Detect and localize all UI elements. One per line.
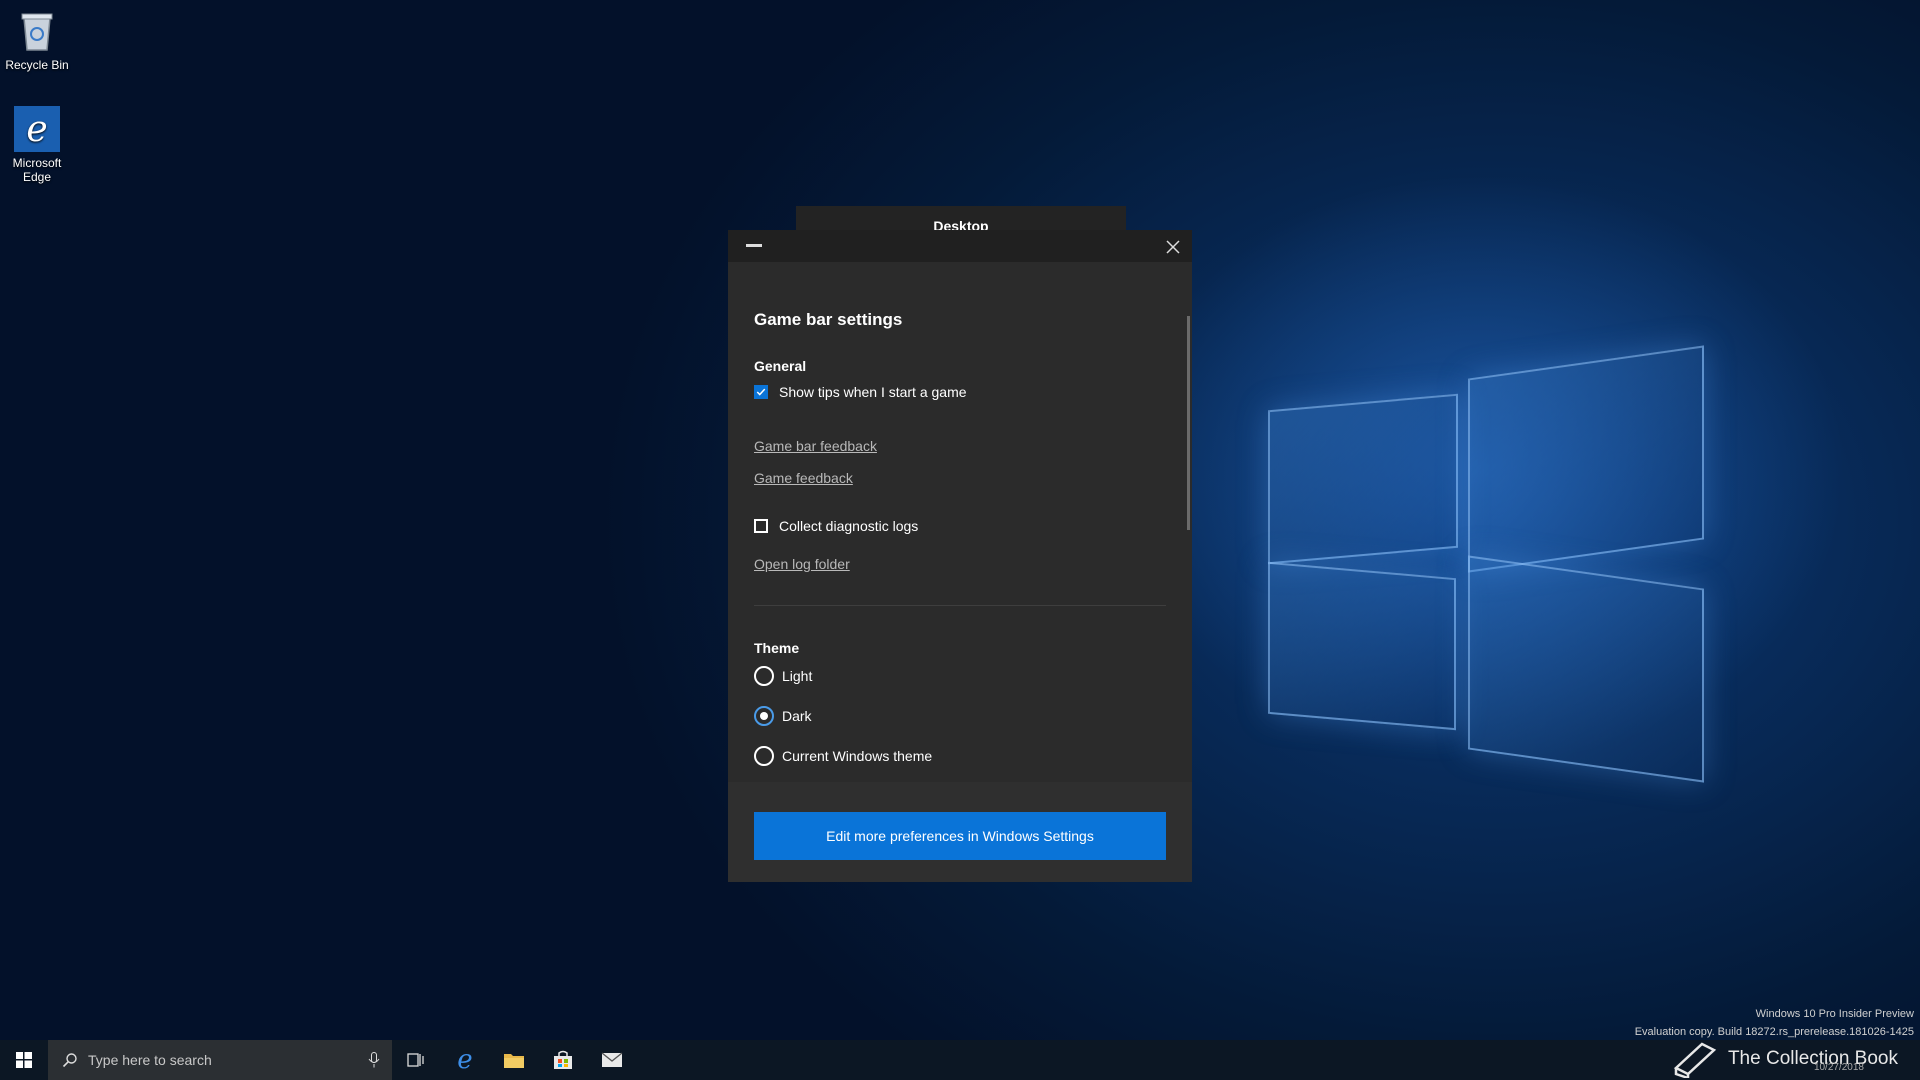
show-tips-checkbox[interactable]: Show tips when I start a game xyxy=(754,384,967,400)
theme-option-label: Current Windows theme xyxy=(782,748,933,764)
general-heading: General xyxy=(754,358,807,374)
search-placeholder: Type here to search xyxy=(88,1052,212,1068)
settings-content: Game bar settings General Show tips when… xyxy=(754,262,1166,803)
open-log-folder-link[interactable]: Open log folder xyxy=(754,556,850,572)
windows-settings-button[interactable]: Edit more preferences in Windows Setting… xyxy=(754,812,1166,860)
windows-start-icon xyxy=(16,1052,32,1068)
mail-icon[interactable] xyxy=(588,1040,636,1080)
theme-radio-dark[interactable]: Dark xyxy=(754,706,812,726)
collect-logs-checkbox[interactable]: Collect diagnostic logs xyxy=(754,518,918,534)
close-icon[interactable] xyxy=(1160,234,1186,260)
theme-option-label: Light xyxy=(782,668,813,684)
start-button[interactable] xyxy=(0,1040,48,1080)
windows-logo-pane xyxy=(1468,345,1704,573)
dialog-footer: Edit more preferences in Windows Setting… xyxy=(728,782,1192,882)
game-feedback-link[interactable]: Game feedback xyxy=(754,470,853,486)
checkbox-checked-icon xyxy=(754,385,768,399)
book-icon xyxy=(1672,1040,1718,1078)
windows-logo-pane xyxy=(1268,393,1458,565)
file-explorer-icon[interactable] xyxy=(490,1040,538,1080)
scrollbar[interactable] xyxy=(1187,316,1190,530)
windows-logo-pane xyxy=(1468,555,1704,783)
collect-logs-label: Collect diagnostic logs xyxy=(779,518,919,534)
watermark-line: Windows 10 Pro Insider Preview xyxy=(1755,1008,1914,1020)
desktop-icon-edge[interactable]: e Microsoft Edge xyxy=(0,106,82,184)
desktop-icon-label: Recycle Bin xyxy=(5,58,69,72)
minimize-icon[interactable] xyxy=(746,244,762,247)
edge-icon: e xyxy=(14,106,60,152)
theme-heading: Theme xyxy=(754,640,800,656)
theme-radio-windows[interactable]: Current Windows theme xyxy=(754,746,932,766)
radio-selected-icon xyxy=(754,706,774,726)
edge-icon[interactable]: e xyxy=(441,1040,489,1080)
desktop-icon-label: Microsoft Edge xyxy=(12,156,62,184)
game-bar-settings-dialog: Game bar settings General Show tips when… xyxy=(728,230,1192,882)
game-bar-feedback-link[interactable]: Game bar feedback xyxy=(754,438,877,454)
dialog-title: Game bar settings xyxy=(754,310,903,329)
section-divider xyxy=(754,605,1166,606)
desktop-icon-recycle-bin[interactable]: Recycle Bin xyxy=(0,8,82,72)
brand-watermark: The Collection Book xyxy=(1672,1040,1898,1078)
store-icon[interactable] xyxy=(539,1040,587,1080)
recycle-bin-icon xyxy=(14,8,60,54)
radio-unselected-icon xyxy=(754,666,774,686)
theme-radio-light[interactable]: Light xyxy=(754,666,812,686)
radio-unselected-icon xyxy=(754,746,774,766)
theme-option-label: Dark xyxy=(782,708,812,724)
taskbar: Type here to search e xyxy=(0,1040,1920,1080)
taskbar-search-box[interactable]: Type here to search xyxy=(48,1040,392,1080)
taskbar-date: 10/27/2018 xyxy=(1813,1062,1864,1073)
watermark-line: Evaluation copy. Build 18272.rs_prerelea… xyxy=(1634,1026,1914,1038)
dialog-title-bar xyxy=(728,230,1192,262)
build-watermark: Windows 10 Pro Insider Preview Evaluatio… xyxy=(1635,1005,1914,1041)
search-icon xyxy=(62,1052,78,1068)
show-tips-label: Show tips when I start a game xyxy=(779,384,967,400)
checkbox-unchecked-icon xyxy=(754,519,768,533)
windows-logo-pane xyxy=(1268,561,1456,731)
microphone-icon[interactable] xyxy=(368,1052,380,1068)
task-view-icon[interactable] xyxy=(392,1040,440,1080)
